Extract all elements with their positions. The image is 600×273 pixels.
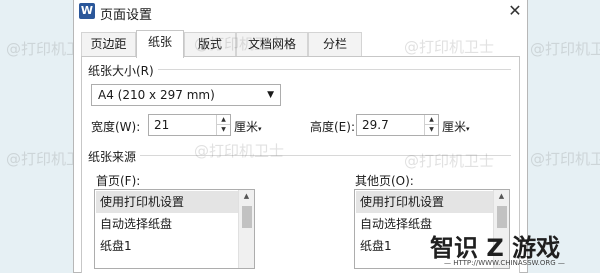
other-pages-label: 其他页(O):	[355, 174, 414, 188]
paper-size-value: A4 (210 x 297 mm)	[98, 88, 215, 102]
list-item[interactable]: 自动选择纸盘	[96, 213, 238, 235]
first-page-label: 首页(F):	[96, 174, 141, 188]
title-bar: W 页面设置 ✕	[74, 0, 527, 24]
brand-name: 智识 Z 游戏	[430, 234, 561, 262]
paper-source-group-label: 纸张来源	[88, 148, 141, 165]
watermark-text: @打印机卫士	[404, 38, 495, 56]
paper-size-select[interactable]: A4 (210 x 297 mm) ▼	[91, 84, 281, 106]
dialog-title: 页面设置	[100, 8, 153, 23]
spin-up-icon[interactable]: ▲	[217, 115, 230, 125]
first-page-source-list[interactable]: 使用打印机设置 自动选择纸盘 纸盘1 ▲	[94, 189, 255, 269]
watermark-text: @打印机卫士	[404, 152, 495, 170]
scrollbar-thumb[interactable]	[242, 206, 252, 228]
list-item[interactable]: 使用打印机设置	[356, 191, 493, 213]
list-item[interactable]: 使用打印机设置	[96, 191, 238, 213]
wps-writer-icon: W	[79, 3, 95, 19]
width-spin-buttons: ▲ ▼	[216, 115, 230, 135]
dropdown-arrow-icon: ▼	[267, 90, 274, 100]
tab-margins[interactable]: 页边距	[81, 32, 136, 57]
width-value: 21	[154, 118, 170, 132]
tab-columns[interactable]: 分栏	[308, 32, 362, 57]
watermark-text: @打印机卫士	[194, 35, 285, 53]
scroll-up-icon[interactable]: ▲	[494, 192, 509, 200]
height-value: 29.7	[362, 118, 389, 132]
brand-url: — HTTP://WWW.CHINASSW.ORG —	[444, 259, 565, 267]
width-spinbox[interactable]: 21 ▲ ▼	[148, 114, 231, 136]
spin-down-icon[interactable]: ▼	[425, 125, 438, 135]
tab-paper[interactable]: 纸张	[136, 30, 184, 58]
paper-size-group-label: 纸张大小(R)	[88, 62, 158, 79]
list-item[interactable]: 纸盘1	[96, 235, 238, 257]
height-unit-dropdown[interactable]: 厘米▾	[442, 118, 470, 135]
close-icon[interactable]: ✕	[506, 1, 524, 21]
width-unit-dropdown[interactable]: 厘米▾	[234, 118, 262, 135]
scrollbar[interactable]: ▲	[238, 190, 254, 268]
spin-down-icon[interactable]: ▼	[217, 125, 230, 135]
height-spinbox[interactable]: 29.7 ▲ ▼	[356, 114, 439, 136]
width-label: 宽度(W):	[91, 120, 141, 134]
spin-up-icon[interactable]: ▲	[425, 115, 438, 125]
watermark-text: @打印机卫士	[194, 142, 285, 160]
watermark-text: @打印机卫士	[530, 150, 600, 168]
scroll-up-icon[interactable]: ▲	[239, 192, 254, 200]
brand-watermark-logo: 智识 Z 游戏 — HTTP://WWW.CHINASSW.ORG —	[430, 226, 600, 273]
height-label: 高度(E):	[310, 120, 355, 134]
watermark-text: @打印机卫士	[530, 40, 600, 58]
height-spin-buttons: ▲ ▼	[424, 115, 438, 135]
unit-dropdown-arrow-icon: ▾	[258, 125, 262, 133]
unit-dropdown-arrow-icon: ▾	[466, 125, 470, 133]
scrollbar-thumb[interactable]	[497, 206, 507, 228]
